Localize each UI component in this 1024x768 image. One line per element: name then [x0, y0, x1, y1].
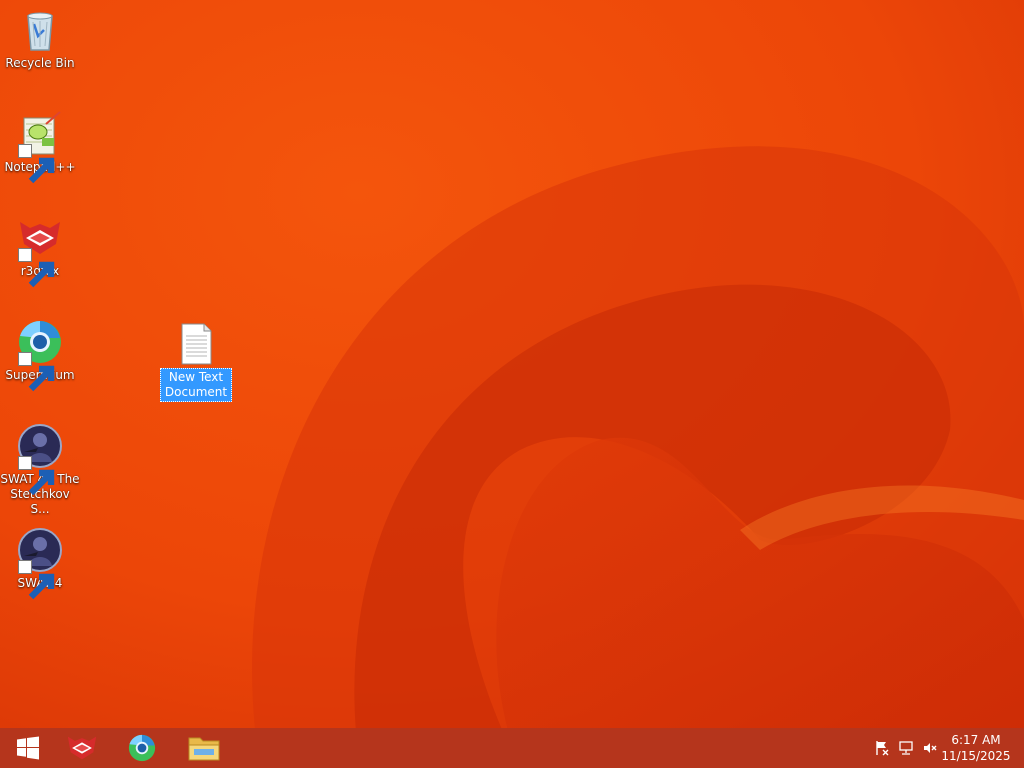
supermium-taskbar[interactable] — [114, 728, 170, 768]
shortcut-arrow-icon — [18, 560, 55, 600]
clock-time: 6:17 AM — [951, 733, 1001, 747]
swat4-icon — [16, 526, 64, 600]
notepad-plus-plus-icon — [16, 110, 64, 184]
recycle-bin-icon — [16, 6, 64, 54]
supermium-desktop-icon[interactable]: Supermium — [0, 318, 80, 392]
shortcut-arrow-icon — [18, 248, 55, 288]
network-icon[interactable] — [898, 740, 914, 756]
text-file-icon — [178, 322, 214, 366]
recycle-bin-desktop-icon[interactable]: Recycle Bin — [0, 6, 80, 71]
taskbar-clock[interactable]: 6:17 AM 11/15/2025 — [936, 732, 1016, 764]
folder-icon — [188, 737, 220, 761]
new-text-document-icon[interactable]: New Text Document — [156, 322, 236, 402]
rename-textbox[interactable]: New Text Document — [159, 368, 233, 402]
r3dfox-icon — [67, 736, 97, 760]
swat4-desktop-icon[interactable]: SWAT 4 — [0, 526, 80, 600]
start-button[interactable] — [0, 728, 56, 768]
shortcut-arrow-icon — [18, 456, 55, 496]
windows-logo-icon — [17, 736, 39, 760]
r3dfox-taskbar[interactable] — [54, 728, 110, 768]
swat4-stetchkov-icon — [16, 422, 64, 496]
desktop-icon-label: Recycle Bin — [5, 56, 75, 70]
file-explorer-taskbar[interactable] — [176, 728, 232, 768]
shortcut-arrow-icon — [18, 144, 55, 184]
swat4-stetchkov-desktop-icon[interactable]: SWAT 4 - The Stetchkov S... — [0, 422, 80, 517]
taskbar: 6:17 AM 11/15/2025 — [0, 728, 1024, 768]
supermium-icon — [16, 318, 64, 392]
notepad-plus-plus-desktop-icon[interactable]: Notepad++ — [0, 110, 80, 184]
r3dfox-desktop-icon[interactable]: r3dfox — [0, 214, 80, 288]
action-center-flag-icon[interactable] — [874, 740, 890, 756]
rename-text-line-1: New Text — [168, 370, 224, 384]
clock-date: 11/15/2025 — [941, 749, 1011, 763]
r3dfox-icon — [16, 214, 64, 288]
shortcut-arrow-icon — [18, 352, 55, 392]
supermium-icon — [128, 734, 156, 762]
rename-text-line-2: Document — [164, 385, 228, 399]
desktop-wallpaper — [0, 0, 1024, 768]
